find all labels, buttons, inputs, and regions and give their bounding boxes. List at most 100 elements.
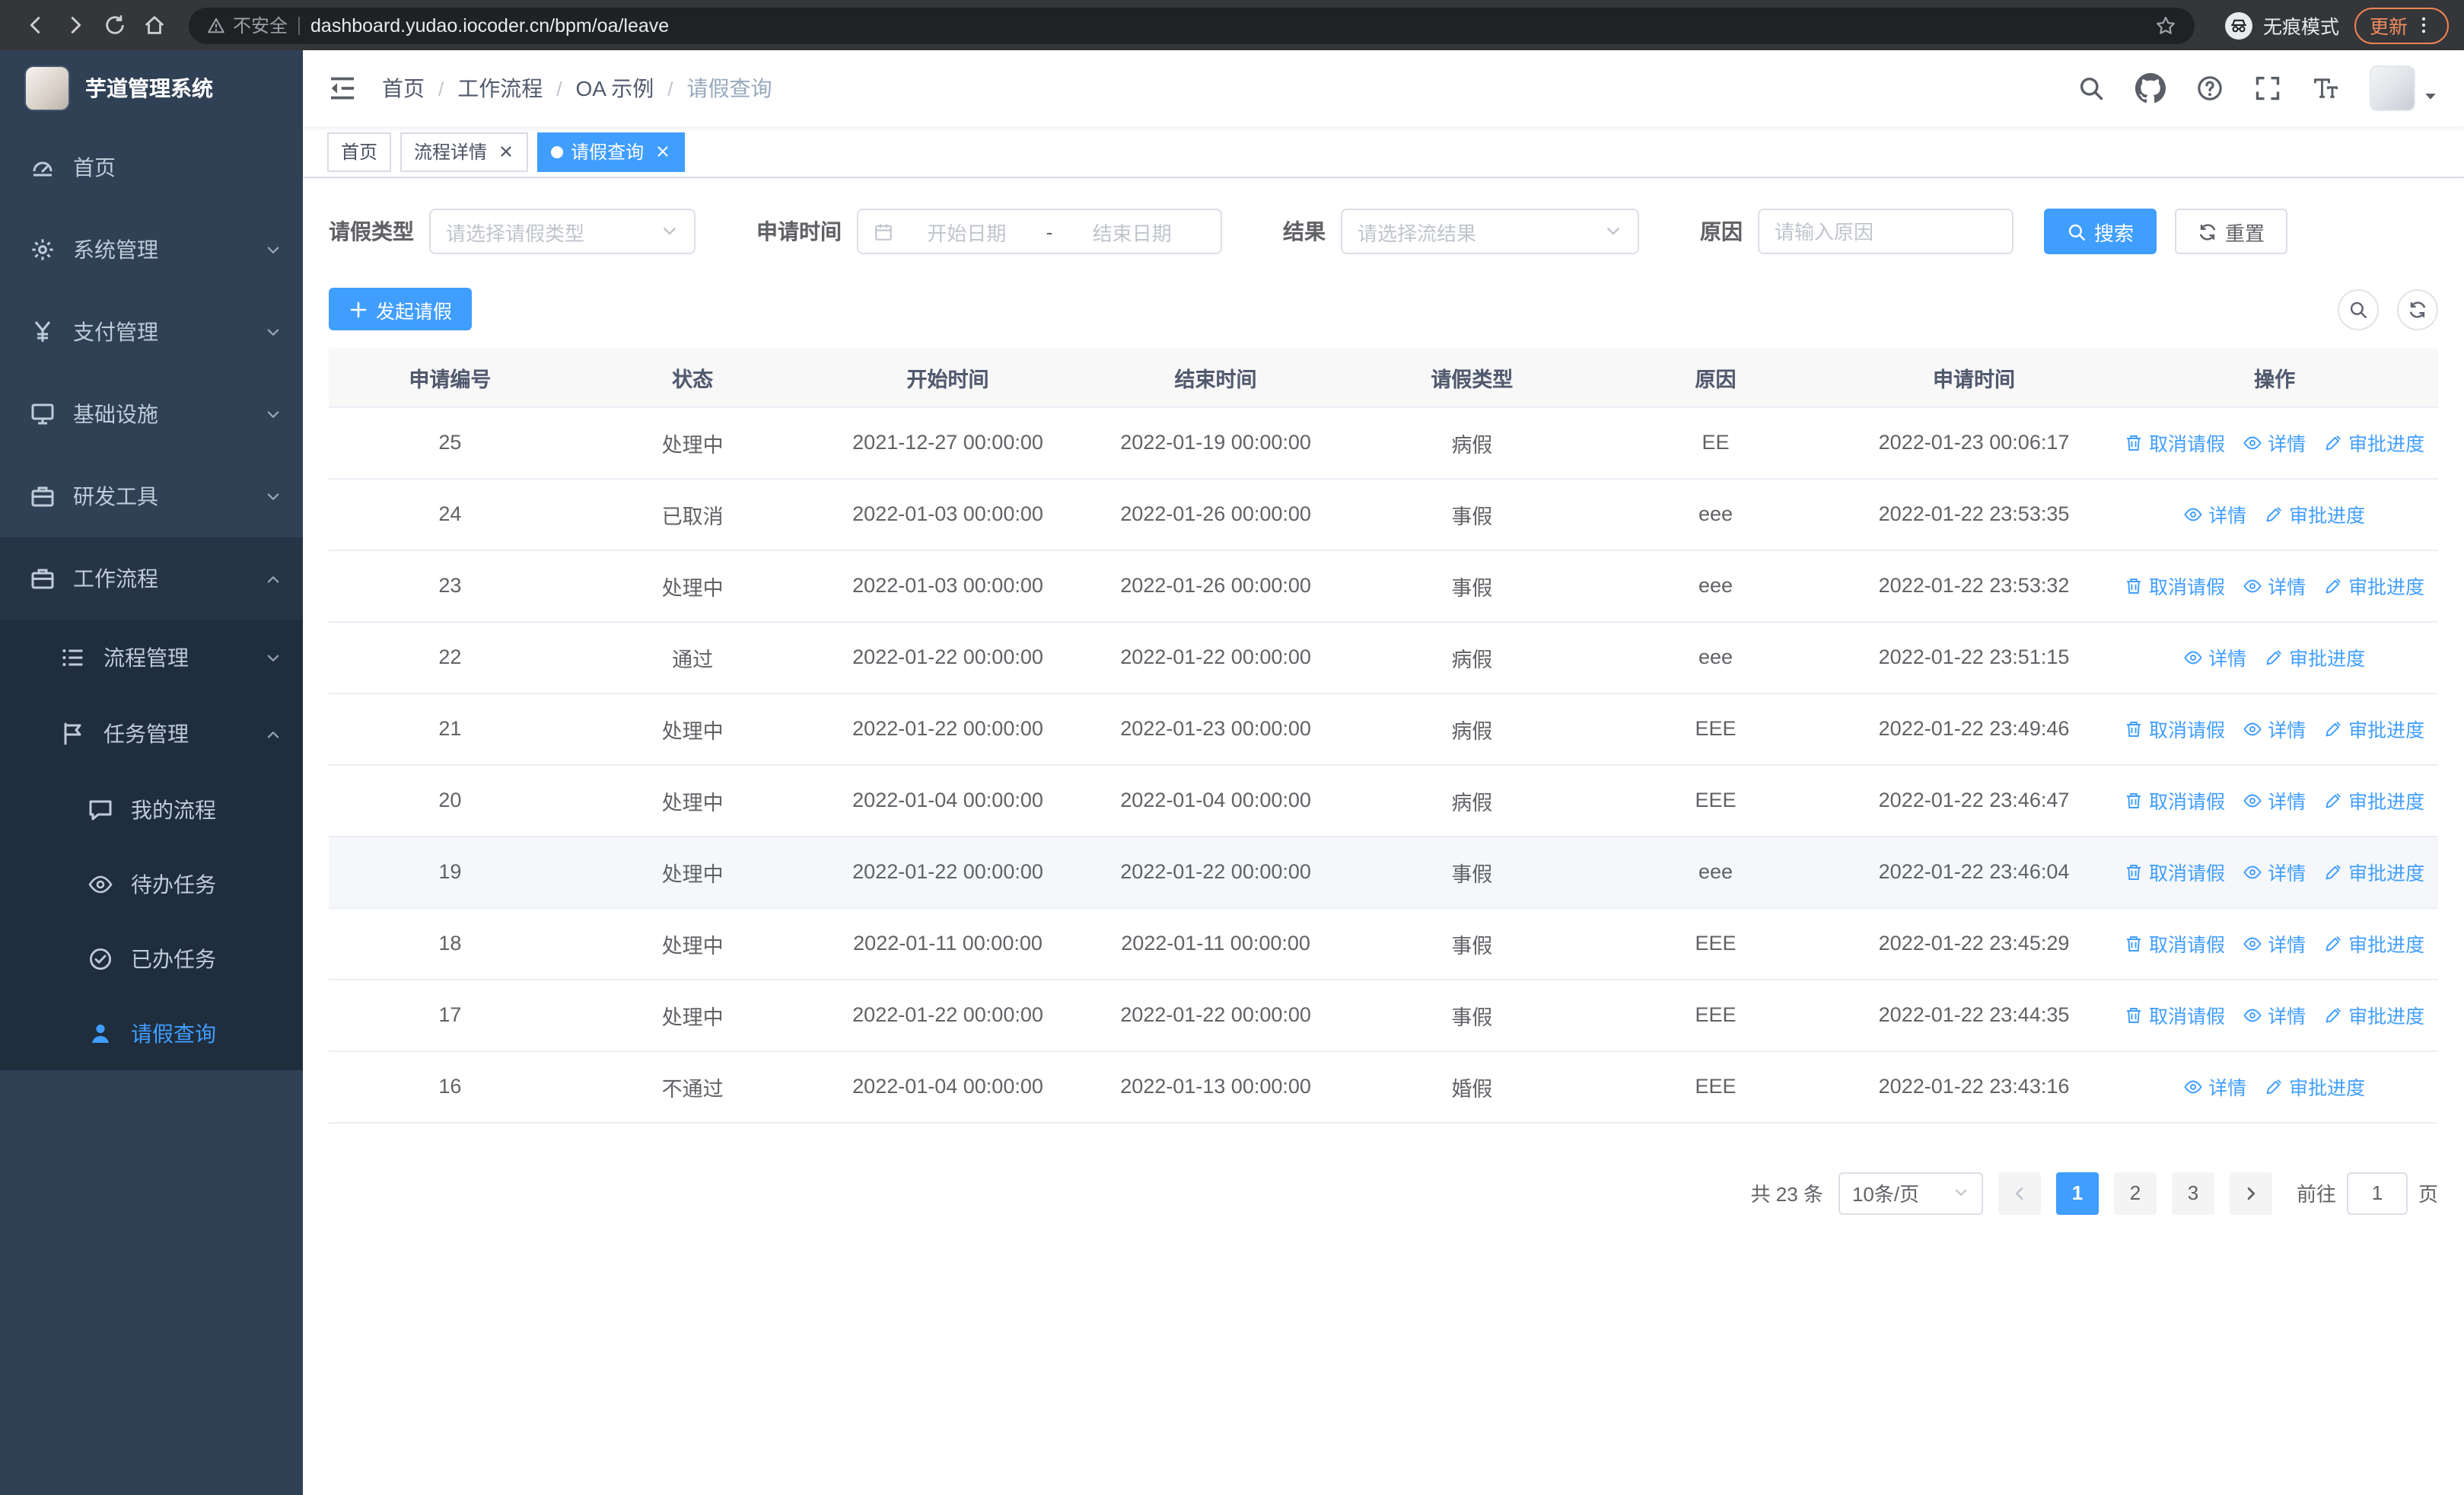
page-size-select[interactable]: 10条/页 [1838,1171,1983,1214]
detail-link[interactable]: 详情 [2184,499,2246,528]
browser-reload-button[interactable] [94,5,134,45]
close-icon[interactable] [498,143,514,160]
sidebar-item-task-management[interactable]: 任务管理 [0,696,303,772]
eye-icon [2243,791,2262,809]
progress-link[interactable]: 审批进度 [2324,929,2424,958]
sidebar-item-done-tasks[interactable]: 已办任务 [0,921,303,996]
user-avatar-menu[interactable] [2370,65,2440,111]
progress-link[interactable]: 审批进度 [2324,571,2424,600]
cell-start-time: 2022-01-03 00:00:00 [813,478,1082,550]
progress-link[interactable]: 审批进度 [2324,1000,2424,1029]
cancel-leave-link[interactable]: 取消请假 [2125,929,2225,958]
github-icon[interactable] [2135,73,2166,104]
page-button-1[interactable]: 1 [2055,1171,2099,1214]
sidebar-item-workflow[interactable]: 工作流程 [0,537,303,620]
chevron-down-icon [265,488,282,505]
progress-link[interactable]: 审批进度 [2324,714,2424,743]
cell-leave-type: 病假 [1349,693,1595,765]
sidebar-item-my-processes[interactable]: 我的流程 [0,772,303,846]
detail-link[interactable]: 详情 [2243,1000,2306,1029]
breadcrumb: 首页 工作流程 OA 示例 请假查询 [382,73,772,104]
tab-process-detail[interactable]: 流程详情 [400,132,529,171]
security-chip[interactable]: 不安全 [207,12,288,38]
progress-link[interactable]: 审批进度 [2265,1072,2365,1101]
sidebar-item-process-management[interactable]: 流程管理 [0,620,303,696]
cell-actions: 详情 审批进度 [2111,621,2438,693]
create-leave-button[interactable]: 发起请假 [329,288,473,330]
cancel-leave-link[interactable]: 取消请假 [2125,857,2225,886]
goto-page-input[interactable] [2346,1171,2408,1214]
progress-link[interactable]: 审批进度 [2324,786,2424,814]
progress-link[interactable]: 审批进度 [2324,857,2424,886]
sidebar-item-home[interactable]: 首页 [0,126,303,209]
detail-link[interactable]: 详情 [2243,428,2306,457]
refresh-icon [2408,299,2427,319]
sidebar-item-dev-tools[interactable]: 研发工具 [0,455,303,537]
bookmark-star-button[interactable] [2155,14,2176,36]
detail-link[interactable]: 详情 [2243,929,2306,958]
font-size-icon[interactable] [2312,75,2339,102]
browser-forward-button[interactable] [55,5,94,45]
leave-type-select[interactable]: 请选择请假类型 [429,209,696,254]
close-icon[interactable] [654,143,671,160]
tab-home[interactable]: 首页 [327,132,392,171]
sidebar-item-leave-query[interactable]: 请假查询 [0,996,303,1070]
progress-link[interactable]: 审批进度 [2324,428,2424,457]
cancel-leave-link[interactable]: 取消请假 [2125,1000,2225,1029]
progress-link[interactable]: 审批进度 [2265,499,2365,528]
fullscreen-icon[interactable] [2254,75,2281,102]
yen-icon [30,320,55,344]
progress-link[interactable]: 审批进度 [2265,642,2365,671]
sidebar-item-payment-management[interactable]: 支付管理 [0,291,303,373]
search-icon [2348,299,2368,319]
cell-actions: 详情 审批进度 [2111,478,2438,550]
cell-actions: 取消请假 详情 审批进度 [2111,907,2438,980]
apply-time-range-picker[interactable]: 开始日期 - 结束日期 [857,209,1222,254]
reset-button[interactable]: 重置 [2175,209,2288,254]
cell-end-time: 2022-01-22 00:00:00 [1081,621,1350,693]
detail-link[interactable]: 详情 [2184,1072,2246,1101]
sidebar-item-system-management[interactable]: 系统管理 [0,209,303,291]
cell-leave-type: 病假 [1349,621,1595,693]
col-start-time: 开始时间 [813,349,1082,407]
table-row: 25 处理中 2021-12-27 00:00:00 2022-01-19 00… [329,406,2438,479]
refresh-table-button[interactable] [2397,288,2438,330]
sidebar-item-todo-tasks[interactable]: 待办任务 [0,846,303,921]
page-button-2[interactable]: 2 [2113,1171,2157,1214]
breadcrumb-workflow[interactable]: 工作流程 [457,73,543,104]
address-bar[interactable]: 不安全 dashboard.yudao.iocoder.cn/bpm/oa/le… [189,7,2195,43]
search-button[interactable]: 搜索 [2044,209,2157,254]
eye-icon [88,872,113,896]
app-logo[interactable]: 芋道管理系统 [0,50,303,126]
workflow-submenu: 流程管理 任务管理 我的流程 待办任务 已办任务 请假查询 [0,620,303,1070]
prev-page-button[interactable] [1998,1171,2041,1214]
sidebar-item-infrastructure[interactable]: 基础设施 [0,373,303,455]
sidebar-collapse-icon[interactable] [327,73,358,104]
next-page-button[interactable] [2229,1171,2272,1214]
breadcrumb-home[interactable]: 首页 [382,73,425,104]
col-apply-id: 申请编号 [329,349,571,407]
cancel-leave-link[interactable]: 取消请假 [2125,786,2225,814]
browser-back-button[interactable] [15,5,55,45]
help-icon[interactable] [2196,75,2224,102]
cancel-leave-link[interactable]: 取消请假 [2125,571,2225,600]
search-icon[interactable] [2077,75,2105,102]
reason-input[interactable] [1758,209,2014,254]
browser-update-menu-button[interactable]: 更新 [2354,7,2449,43]
cell-end-time: 2022-01-26 00:00:00 [1081,550,1350,622]
page-button-3[interactable]: 3 [2171,1171,2214,1214]
cancel-leave-link[interactable]: 取消请假 [2125,714,2225,743]
cell-apply-id: 20 [329,764,571,837]
cell-end-time: 2022-01-26 00:00:00 [1081,478,1350,550]
cancel-leave-link[interactable]: 取消请假 [2125,428,2225,457]
detail-link[interactable]: 详情 [2243,714,2306,743]
tab-leave-query[interactable]: 请假查询 [537,132,686,171]
detail-link[interactable]: 详情 [2243,786,2306,814]
detail-link[interactable]: 详情 [2184,642,2246,671]
toggle-search-button[interactable] [2338,288,2379,330]
edit-icon [2324,433,2342,451]
browser-home-button[interactable] [134,5,173,45]
detail-link[interactable]: 详情 [2243,857,2306,886]
result-select[interactable]: 请选择流结果 [1341,209,1639,254]
detail-link[interactable]: 详情 [2243,571,2306,600]
